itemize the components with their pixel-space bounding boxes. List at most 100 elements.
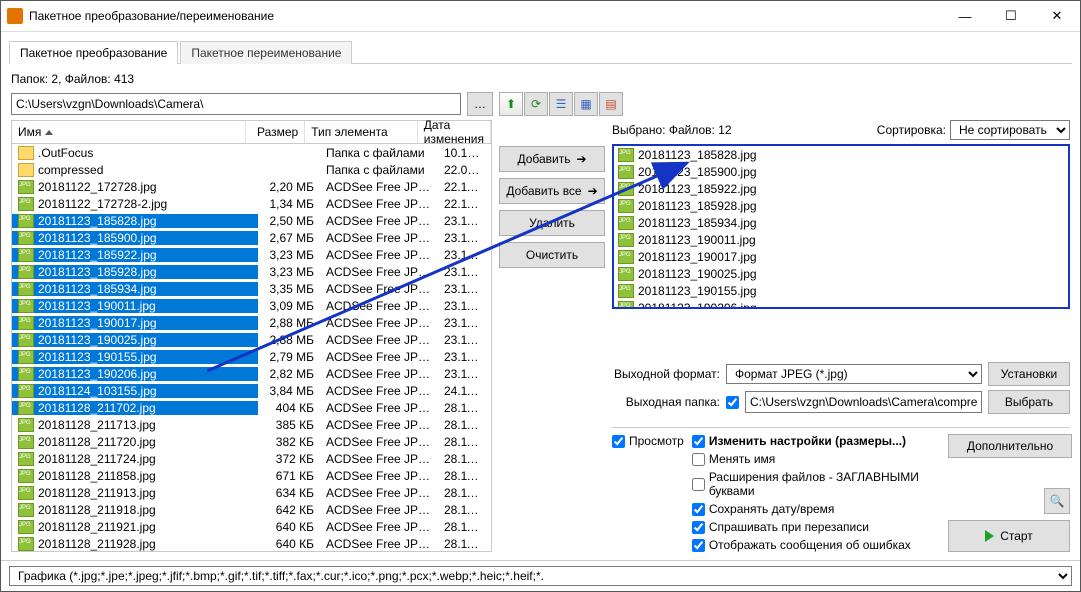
jpg-icon [18,367,34,381]
jpg-icon [18,384,34,398]
selected-row[interactable]: 20181123_190017.jpg [614,248,1068,265]
file-row[interactable]: 20181128_211713.jpg385 КБACDSee Free JPE… [12,416,491,433]
file-row[interactable]: 20181128_211921.jpg640 КБACDSee Free JPE… [12,518,491,535]
jpg-icon [18,350,34,364]
jpg-icon [18,180,34,194]
sort-asc-icon [45,130,53,135]
play-icon [985,530,994,542]
jpg-icon [618,165,634,179]
window-title: Пакетное преобразование/переименование [29,9,942,23]
out-format-select[interactable]: Формат JPEG (*.jpg) [726,364,982,384]
start-button[interactable]: Старт [948,520,1070,552]
view-list-icon[interactable]: ▤ [599,92,623,116]
selected-row[interactable]: 20181123_185900.jpg [614,163,1068,180]
selected-row[interactable]: 20181123_190155.jpg [614,282,1068,299]
file-row[interactable]: 20181123_190011.jpg3,09 МБACDSee Free JP… [12,297,491,314]
selected-list[interactable]: 20181123_185828.jpg20181123_185900.jpg20… [612,144,1070,309]
jpg-icon [18,248,34,262]
close-button[interactable]: ✕ [1034,1,1080,31]
add-button[interactable]: Добавить➔ [499,146,605,172]
file-row[interactable]: 20181123_190017.jpg2,88 МБACDSee Free JP… [12,314,491,331]
file-row[interactable]: 20181128_211702.jpg404 КБACDSee Free JPE… [12,399,491,416]
jpg-icon [618,182,634,196]
selected-row[interactable]: 20181123_185828.jpg [614,146,1068,163]
file-row[interactable]: 20181123_190025.jpg2,88 МБACDSee Free JP… [12,331,491,348]
jpg-icon [18,316,34,330]
file-row[interactable]: 20181128_211913.jpg634 КБACDSee Free JPE… [12,484,491,501]
file-row[interactable]: 20181123_185828.jpg2,50 МБACDSee Free JP… [12,212,491,229]
preview-checkbox[interactable]: Просмотр [612,434,684,448]
file-row[interactable]: 20181123_185922.jpg3,23 МБACDSee Free JP… [12,246,491,263]
clear-button[interactable]: Очистить [499,242,605,268]
jpg-icon [18,418,34,432]
file-row[interactable]: 20181122_172728.jpg2,20 МБACDSee Free JP… [12,178,491,195]
out-dir-checkbox[interactable] [726,396,739,409]
col-size[interactable]: Размер [246,121,305,143]
file-row[interactable]: 20181123_190155.jpg2,79 МБACDSee Free JP… [12,348,491,365]
change-settings-checkbox[interactable]: Изменить настройки (размеры...) [692,434,940,448]
sort-select[interactable]: Не сортировать [950,120,1070,140]
jpg-icon [618,216,634,230]
file-row[interactable]: 20181124_103155.jpg3,84 МБACDSee Free JP… [12,382,491,399]
remove-button[interactable]: Удалить [499,210,605,236]
jpg-icon [18,214,34,228]
maximize-button[interactable]: ☐ [988,1,1034,31]
file-row[interactable]: 20181122_172728-2.jpg1,34 МБACDSee Free … [12,195,491,212]
file-row[interactable]: compressedПапка с файлами22.01.2021 19:2… [12,161,491,178]
path-browse-button[interactable]: … [467,92,493,116]
file-row[interactable]: 20181128_211928.jpg640 КБACDSee Free JPE… [12,535,491,552]
selected-row[interactable]: 20181123_190025.jpg [614,265,1068,282]
col-date[interactable]: Дата изменения [418,121,491,143]
minimize-button[interactable]: — [942,1,988,31]
jpg-icon [618,284,634,298]
upper-ext-checkbox[interactable]: Расширения файлов - ЗАГЛАВНЫМИ буквами [692,470,940,498]
jpg-icon [618,199,634,213]
col-name[interactable]: Имя [12,121,246,143]
jpg-icon [18,231,34,245]
selected-count: Выбрано: Файлов: 12 [612,123,732,137]
selected-row[interactable]: 20181123_190206.jpg [614,299,1068,309]
sort-label: Сортировка: [877,123,946,137]
jpg-icon [18,503,34,517]
file-row[interactable]: .OutFocusПапка с файлами10.10.2020 16:45 [12,144,491,161]
keep-date-checkbox[interactable]: Сохранять дату/время [692,502,940,516]
jpg-icon [18,333,34,347]
file-list[interactable]: .OutFocusПапка с файлами10.10.2020 16:45… [11,144,492,552]
file-row[interactable]: 20181128_211724.jpg372 КБACDSee Free JPE… [12,450,491,467]
app-icon [7,8,23,24]
jpg-icon [18,435,34,449]
selected-row[interactable]: 20181123_190011.jpg [614,231,1068,248]
tab-rename[interactable]: Пакетное переименование [180,41,352,64]
col-type[interactable]: Тип элемента [305,121,418,143]
add-all-button[interactable]: Добавить все➔ [499,178,605,204]
file-row[interactable]: 20181123_185934.jpg3,35 МБACDSee Free JP… [12,280,491,297]
browse-button[interactable]: Выбрать [988,390,1070,414]
rename-checkbox[interactable]: Менять имя [692,452,940,466]
show-errors-checkbox[interactable]: Отображать сообщения об ошибках [692,538,940,552]
out-dir-input[interactable] [745,391,982,413]
selected-row[interactable]: 20181123_185928.jpg [614,197,1068,214]
jpg-icon [618,250,634,264]
up-folder-icon[interactable]: ⬆ [499,92,523,116]
advanced-button[interactable]: Дополнительно [948,434,1072,458]
path-input[interactable] [11,93,461,115]
file-row[interactable]: 20181128_211918.jpg642 КБACDSee Free JPE… [12,501,491,518]
filter-select[interactable]: Графика (*.jpg;*.jpe;*.jpeg;*.jfif;*.bmp… [9,566,1072,586]
file-row[interactable]: 20181123_185928.jpg3,23 МБACDSee Free JP… [12,263,491,280]
jpg-icon [18,537,34,551]
file-row[interactable]: 20181123_190206.jpg2,82 МБACDSee Free JP… [12,365,491,382]
file-row[interactable]: 20181128_211720.jpg382 КБACDSee Free JPE… [12,433,491,450]
selected-row[interactable]: 20181123_185934.jpg [614,214,1068,231]
view-details-icon[interactable]: ☰ [549,92,573,116]
file-row[interactable]: 20181128_211858.jpg671 КБACDSee Free JPE… [12,467,491,484]
file-row[interactable]: 20181123_185900.jpg2,67 МБACDSee Free JP… [12,229,491,246]
magnify-icon[interactable]: 🔍 [1044,488,1070,514]
ask-overwrite-checkbox[interactable]: Спрашивать при перезаписи [692,520,940,534]
app-window: Пакетное преобразование/переименование —… [0,0,1081,592]
refresh-icon[interactable]: ⟳ [524,92,548,116]
tab-convert[interactable]: Пакетное преобразование [9,41,178,64]
view-thumbs-icon[interactable]: ▦ [574,92,598,116]
selected-row[interactable]: 20181123_185922.jpg [614,180,1068,197]
settings-button[interactable]: Установки [988,362,1070,386]
folder-icon [18,163,34,177]
